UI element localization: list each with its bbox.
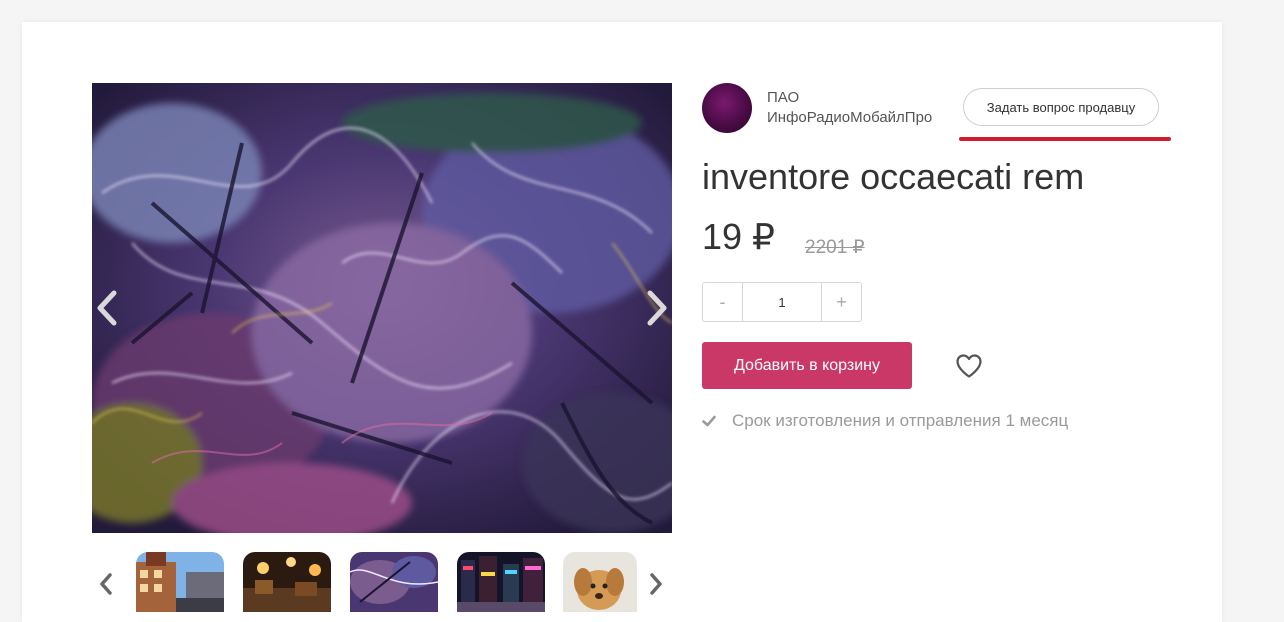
add-to-cart-button[interactable]: Добавить в корзину [702,342,912,389]
product-old-price: 2201 ₽ [805,237,865,258]
heart-icon [956,354,982,378]
seller-name-line2: ИнфоРадиоМобайлПро [767,109,933,126]
quantity-stepper: - + [702,282,862,322]
check-icon [702,415,716,427]
quantity-input[interactable] [742,283,822,321]
thumbnail-3[interactable] [350,552,438,612]
quantity-increase-button[interactable]: + [822,283,861,321]
restaurant-night-photo [243,552,331,612]
thumbnail-strip [92,552,672,612]
seller-avatar[interactable] [702,83,752,133]
favorite-button[interactable] [955,353,985,381]
product-main-image[interactable] [92,83,672,533]
seller-info: ПАО ИнфоРадиоМобайлПро [702,83,947,133]
abstract-purple-art [350,552,438,612]
ask-seller-underline [959,137,1171,141]
quantity-decrease-button[interactable]: - [703,283,742,321]
chevron-right-icon [647,290,667,326]
chevron-left-icon [97,290,117,326]
thumbnail-4[interactable] [457,552,545,612]
product-card: ПАО ИнфоРадиоМобайлПро Задать вопрос про… [22,22,1222,622]
abstract-art-image [92,83,672,533]
product-title: inventore occaecati rem [702,156,1085,197]
gallery-prev-button[interactable] [92,288,122,328]
building-street-photo [136,552,224,612]
delivery-note: Срок изготовления и отправления 1 месяц [732,411,1069,430]
thumbnail-1[interactable] [136,552,224,612]
puppy-photo [563,552,637,612]
thumbnail-5[interactable] [563,552,637,612]
gallery-next-button[interactable] [642,288,672,328]
product-price: 19 ₽ [702,216,775,257]
seller-name[interactable]: ПАО ИнфоРадиоМобайлПро [767,88,947,128]
thumbnail-2[interactable] [243,552,331,612]
thumbnails-next-button[interactable] [646,570,666,598]
city-night-lights-photo [457,552,545,612]
chevron-left-icon [100,573,112,595]
ask-seller-button[interactable]: Задать вопрос продавцу [963,88,1159,126]
delivery-info: Срок изготовления и отправления 1 месяц [702,411,1068,431]
seller-name-line1: ПАО [767,89,800,106]
thumbnails-prev-button[interactable] [96,570,116,598]
chevron-right-icon [650,573,662,595]
